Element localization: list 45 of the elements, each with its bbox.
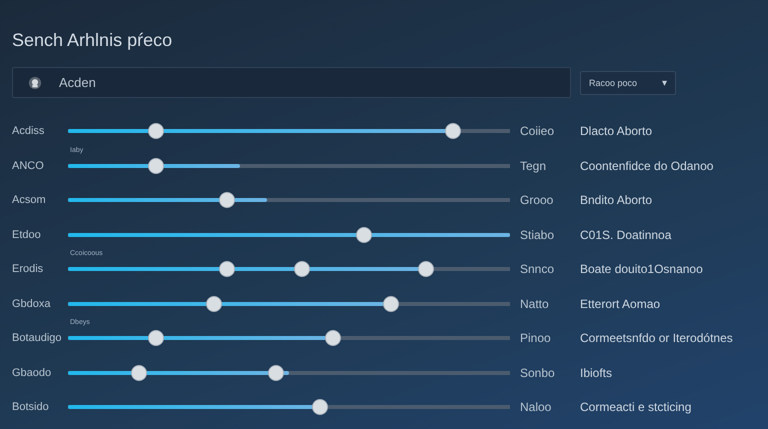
row-label: Acsom [12,194,47,206]
slider-thumb[interactable] [325,330,342,346]
row-value: Natto [520,296,550,311]
slider-thumb[interactable] [382,296,399,312]
row-description: Etterort Aomao [580,296,660,311]
row-description: C01S. Doatinnoa [580,228,672,242]
row-value: Snnco [520,262,556,276]
row-description: Cormeacti e stcticing [580,400,692,414]
row-label: Gbaodo [12,366,52,379]
row-label: Acdiss [12,125,46,138]
slider-thumb[interactable] [444,123,461,140]
row-description: Coontenfidce do Odanoo [580,158,714,173]
row-value: Coiieo [520,124,556,138]
row-value: Sonbo [520,366,556,380]
row-label: Erodis [12,263,44,276]
slider-thumb[interactable] [268,364,284,381]
slider-thumb[interactable] [206,296,222,312]
row-description: Boate douito1Osnanoo [580,262,703,276]
slider-thumb[interactable] [219,261,236,278]
row-description: Cormeetsnfdo or Iterodótnes [580,331,733,346]
row-value: Grooo [520,193,554,208]
row-value: Pinoo [520,331,552,346]
slider-thumb[interactable] [130,364,147,381]
row-value: Stiabo [520,228,556,242]
row-label: Gbdoxa [12,298,52,310]
row-description: Ibiofts [580,366,612,380]
slider-thumb[interactable] [418,261,434,278]
row-description: Dlacto Aborto [580,124,652,138]
page-title: Sench Arhlnis pŕeco [12,30,174,52]
slider-thumb[interactable] [356,226,372,243]
row-description: Bndito Aborto [580,193,652,208]
search-field[interactable]: Acden [12,67,571,98]
row-label: Botsido [12,401,50,414]
dropdown[interactable]: Racoo poco ▾ [580,70,676,94]
slider-thumb[interactable] [294,261,310,278]
row-label: Etdoo [12,228,42,241]
row-value: Tegn [520,158,548,173]
slider-thumb[interactable] [312,399,328,416]
row-label: ANCO [12,160,45,172]
slider-thumb[interactable] [148,330,164,346]
row-value: Naloo [520,400,552,414]
slider-thumb[interactable] [148,123,164,140]
row-label: Botaudigo [12,332,63,344]
slider-thumb[interactable] [219,192,236,208]
slider-thumb[interactable] [148,158,164,174]
